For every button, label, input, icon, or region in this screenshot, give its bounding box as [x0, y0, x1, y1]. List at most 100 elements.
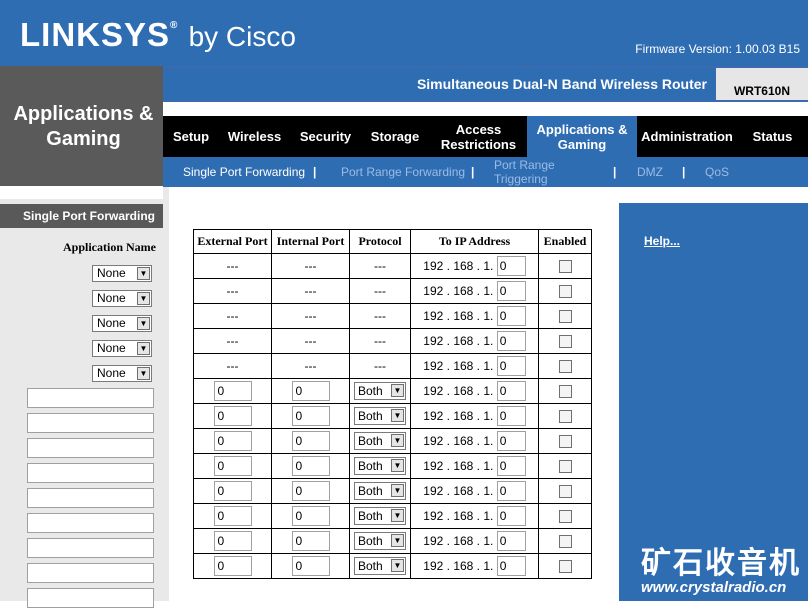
- protocol-select[interactable]: Both ▼: [354, 507, 406, 525]
- application-name-input[interactable]: [27, 413, 154, 433]
- ip-last-octet-input[interactable]: 0: [496, 481, 526, 501]
- protocol-select[interactable]: Both ▼: [354, 432, 406, 450]
- enabled-checkbox[interactable]: [558, 560, 572, 574]
- subtab-port-range-triggering[interactable]: Port Range Triggering: [494, 157, 564, 187]
- tab-status[interactable]: Status: [737, 116, 808, 157]
- chevron-down-icon[interactable]: ▼: [391, 434, 404, 447]
- internal-port-value: ---: [304, 309, 317, 323]
- protocol-select[interactable]: Both ▼: [354, 557, 406, 575]
- internal-port-input[interactable]: 0: [291, 456, 330, 476]
- enabled-checkbox[interactable]: [558, 360, 572, 374]
- internal-port-input[interactable]: 0: [291, 406, 330, 426]
- chevron-down-icon[interactable]: ▼: [391, 459, 404, 472]
- external-port-input[interactable]: 0: [213, 406, 252, 426]
- internal-port-input[interactable]: 0: [291, 431, 330, 451]
- ip-last-octet-input[interactable]: 0: [496, 256, 526, 276]
- protocol-select[interactable]: Both ▼: [354, 382, 406, 400]
- chevron-down-icon[interactable]: ▼: [391, 409, 404, 422]
- internal-port-input[interactable]: 0: [291, 381, 330, 401]
- external-port-value: ---: [226, 259, 239, 273]
- enabled-checkbox[interactable]: [558, 510, 572, 524]
- application-name-select[interactable]: None ▼: [92, 265, 152, 282]
- internal-port-input[interactable]: 0: [291, 556, 330, 576]
- chevron-down-icon[interactable]: ▼: [391, 384, 404, 397]
- tab-wireless[interactable]: Wireless: [219, 116, 290, 157]
- subtab-qos[interactable]: QoS: [705, 157, 729, 187]
- ip-last-octet-input[interactable]: 0: [496, 531, 526, 551]
- enabled-checkbox[interactable]: [558, 335, 572, 349]
- application-name-input[interactable]: [27, 388, 154, 408]
- external-port-input[interactable]: 0: [213, 456, 252, 476]
- chevron-down-icon[interactable]: ▼: [137, 292, 150, 305]
- enabled-checkbox[interactable]: [558, 385, 572, 399]
- ip-last-octet-input[interactable]: 0: [496, 406, 526, 426]
- external-port-input[interactable]: 0: [213, 381, 252, 401]
- application-name-input[interactable]: [27, 488, 154, 508]
- protocol-select[interactable]: Both ▼: [354, 407, 406, 425]
- tab-setup[interactable]: Setup: [163, 116, 219, 157]
- tab-applications-gaming[interactable]: Applications & Gaming: [527, 116, 637, 157]
- application-name-select[interactable]: None ▼: [92, 365, 152, 382]
- internal-port-input[interactable]: 0: [291, 506, 330, 526]
- protocol-select[interactable]: Both ▼: [354, 482, 406, 500]
- ip-last-octet-input[interactable]: 0: [496, 356, 526, 376]
- application-name-input[interactable]: [27, 538, 154, 558]
- application-name-input[interactable]: [27, 588, 154, 608]
- chevron-down-icon[interactable]: ▼: [391, 534, 404, 547]
- tab-access-restrictions[interactable]: Access Restrictions: [430, 116, 527, 157]
- ip-last-octet-input[interactable]: 0: [496, 431, 526, 451]
- application-name-input[interactable]: [27, 563, 154, 583]
- enabled-checkbox[interactable]: [558, 260, 572, 274]
- application-name-input[interactable]: [27, 513, 154, 533]
- external-port-cell: ---: [193, 278, 272, 304]
- external-port-input[interactable]: 0: [213, 556, 252, 576]
- application-name-select[interactable]: None ▼: [92, 340, 152, 357]
- protocol-select[interactable]: Both ▼: [354, 457, 406, 475]
- protocol-select[interactable]: Both ▼: [354, 532, 406, 550]
- enabled-checkbox[interactable]: [558, 460, 572, 474]
- tab-administration[interactable]: Administration: [637, 116, 737, 157]
- external-port-cell: 0: [193, 403, 272, 429]
- chevron-down-icon[interactable]: ▼: [391, 509, 404, 522]
- internal-port-input[interactable]: 0: [291, 481, 330, 501]
- chevron-down-icon[interactable]: ▼: [391, 484, 404, 497]
- application-name-select[interactable]: None ▼: [92, 315, 152, 332]
- subtab-single-port-forwarding[interactable]: Single Port Forwarding: [183, 157, 305, 187]
- ip-prefix: 192 . 168 . 1.: [423, 509, 494, 523]
- enabled-checkbox[interactable]: [558, 435, 572, 449]
- ip-last-octet-input[interactable]: 0: [496, 381, 526, 401]
- chevron-down-icon[interactable]: ▼: [137, 342, 150, 355]
- enabled-checkbox[interactable]: [558, 485, 572, 499]
- application-name-input[interactable]: [27, 438, 154, 458]
- ip-last-octet-input[interactable]: 0: [496, 456, 526, 476]
- application-name-select[interactable]: None ▼: [92, 290, 152, 307]
- external-port-input[interactable]: 0: [213, 506, 252, 526]
- internal-port-input[interactable]: 0: [291, 531, 330, 551]
- subtab-port-range-forwarding[interactable]: Port Range Forwarding: [341, 157, 465, 187]
- enabled-checkbox[interactable]: [558, 410, 572, 424]
- ip-last-octet-input[interactable]: 0: [496, 556, 526, 576]
- external-port-input[interactable]: 0: [213, 431, 252, 451]
- ip-last-octet-input[interactable]: 0: [496, 306, 526, 326]
- help-link[interactable]: Help...: [644, 234, 680, 248]
- tab-security[interactable]: Security: [290, 116, 361, 157]
- chevron-down-icon[interactable]: ▼: [137, 317, 150, 330]
- ip-last-octet-input[interactable]: 0: [496, 281, 526, 301]
- chevron-down-icon[interactable]: ▼: [391, 559, 404, 572]
- application-name-input[interactable]: [27, 463, 154, 483]
- chevron-down-icon[interactable]: ▼: [137, 367, 150, 380]
- external-port-input[interactable]: 0: [213, 531, 252, 551]
- enabled-checkbox[interactable]: [558, 310, 572, 324]
- ip-prefix: 192 . 168 . 1.: [423, 484, 494, 498]
- enabled-checkbox[interactable]: [558, 535, 572, 549]
- external-port-input[interactable]: 0: [213, 481, 252, 501]
- internal-port-cell: ---: [271, 253, 350, 279]
- subtab-dmz[interactable]: DMZ: [637, 157, 663, 187]
- chevron-down-icon[interactable]: ▼: [137, 267, 150, 280]
- ip-last-octet-input[interactable]: 0: [496, 506, 526, 526]
- enabled-cell: [538, 528, 592, 554]
- enabled-checkbox[interactable]: [558, 285, 572, 299]
- enabled-cell: [538, 303, 592, 329]
- ip-last-octet-input[interactable]: 0: [496, 331, 526, 351]
- tab-storage[interactable]: Storage: [361, 116, 429, 157]
